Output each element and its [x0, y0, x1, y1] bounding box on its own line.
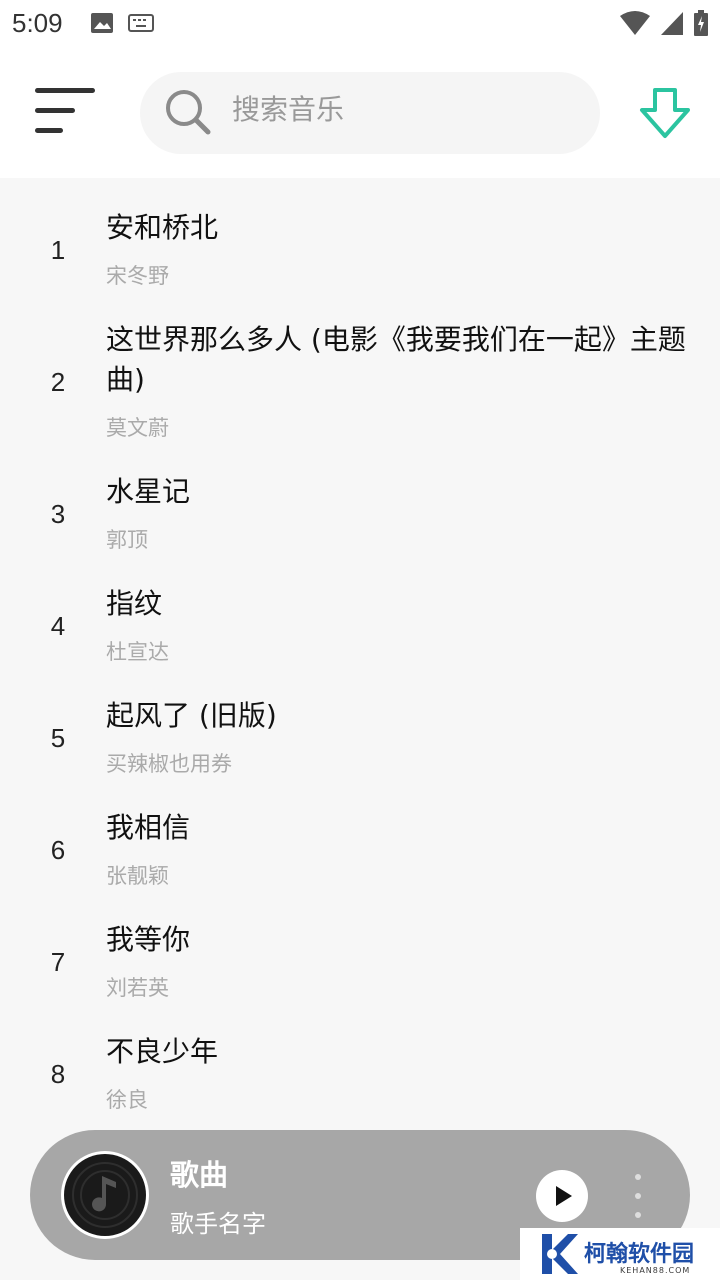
song-index: 4 — [50, 611, 66, 641]
song-artist: 郭顶 — [106, 528, 148, 552]
keyboard-icon — [128, 14, 154, 36]
app-header: 搜索音乐 — [0, 50, 720, 178]
song-index: 2 — [50, 367, 66, 397]
song-text: 起风了 (旧版) 买辣椒也用券 — [106, 696, 690, 778]
song-text: 指纹 杜宣达 — [106, 584, 690, 666]
song-index: 7 — [50, 947, 66, 977]
song-text: 这世界那么多人 (电影《我要我们在一起》主题曲) 莫文蔚 — [106, 320, 690, 442]
album-disc-icon — [60, 1150, 150, 1240]
player-song-title: 歌曲 — [170, 1158, 229, 1192]
song-list-item[interactable]: 5 起风了 (旧版) 买辣椒也用券 — [0, 666, 720, 778]
search-input[interactable]: 搜索音乐 — [140, 72, 600, 154]
song-title: 这世界那么多人 (电影《我要我们在一起》主题曲) — [106, 323, 686, 396]
song-artist: 张靓颖 — [106, 864, 169, 888]
song-title: 水星记 — [106, 475, 191, 508]
song-text: 安和桥北 宋冬野 — [106, 208, 690, 290]
song-artist: 莫文蔚 — [106, 416, 169, 440]
status-icons-left — [90, 12, 154, 38]
song-title: 指纹 — [106, 587, 163, 620]
status-time: 5:09 — [12, 8, 63, 38]
song-title: 我相信 — [106, 811, 191, 844]
song-index: 1 — [50, 235, 66, 265]
song-index: 8 — [50, 1059, 66, 1089]
play-icon — [536, 1186, 588, 1226]
site-watermark: 柯翰软件园 KEHAN88.COM — [520, 1228, 720, 1280]
song-text: 我相信 张靓颖 — [106, 808, 690, 890]
search-icon — [164, 88, 212, 140]
song-index: 3 — [50, 499, 66, 529]
status-bar: 5:09 — [0, 0, 720, 50]
wifi-icon — [620, 10, 650, 40]
download-icon — [636, 88, 694, 148]
song-title: 安和桥北 — [106, 211, 219, 244]
song-index: 5 — [50, 723, 66, 753]
download-button[interactable] — [636, 86, 694, 144]
song-list: 1 安和桥北宋冬野 2 这世界那么多人 (电影《我要我们在一起》主题曲) 莫文蔚 3 水星记… — [0, 178, 720, 1138]
song-artist: 杜宣达 — [106, 640, 169, 664]
song-list-item[interactable]: 3 水星记郭顶 — [0, 442, 720, 554]
song-list-item[interactable]: 4 指纹杜宣达 — [0, 554, 720, 666]
play-button[interactable] — [536, 1170, 588, 1222]
player-artist-name: 歌手名字 — [170, 1210, 266, 1238]
watermark-text: 柯翰软件园 — [584, 1242, 695, 1267]
song-text: 我等你 刘若英 — [106, 920, 690, 1002]
song-artist: 徐良 — [106, 1088, 148, 1112]
song-list-item[interactable]: 1 安和桥北宋冬野 — [0, 178, 720, 290]
song-title: 不良少年 — [106, 1035, 219, 1068]
search-placeholder: 搜索音乐 — [232, 93, 345, 126]
menu-button[interactable] — [30, 84, 100, 144]
song-title: 起风了 (旧版) — [106, 699, 277, 732]
song-list-item[interactable]: 6 我相信张靓颖 — [0, 778, 720, 890]
more-options-button[interactable] — [630, 1170, 646, 1222]
song-text: 水星记 郭顶 — [106, 472, 690, 554]
song-text: 不良少年 徐良 — [106, 1032, 690, 1114]
song-artist: 宋冬野 — [106, 264, 169, 288]
watermark-subtext: KEHAN88.COM — [620, 1266, 691, 1275]
watermark-logo-icon — [538, 1232, 578, 1280]
song-list-item[interactable]: 7 我等你刘若英 — [0, 890, 720, 1002]
signal-icon — [660, 10, 684, 40]
battery-icon — [694, 10, 708, 40]
image-icon — [90, 12, 114, 38]
song-title: 我等你 — [106, 923, 191, 956]
song-list-item[interactable]: 2 这世界那么多人 (电影《我要我们在一起》主题曲) 莫文蔚 — [0, 290, 720, 442]
song-list-item[interactable]: 8 不良少年徐良 — [0, 1002, 720, 1114]
song-artist: 刘若英 — [106, 976, 169, 1000]
song-artist: 买辣椒也用券 — [106, 752, 232, 776]
song-index: 6 — [50, 835, 66, 865]
status-icons-right — [620, 10, 708, 40]
